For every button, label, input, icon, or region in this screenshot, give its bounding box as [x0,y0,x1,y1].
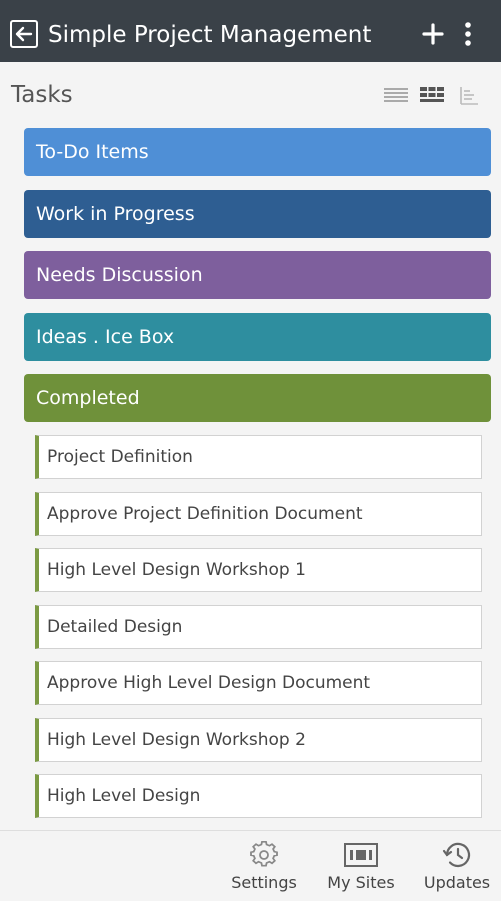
more-vertical-icon [465,22,471,46]
list-view-icon [384,88,408,102]
gear-icon [250,841,278,867]
lane-needs-discussion[interactable]: Needs Discussion [24,251,491,299]
tree-view-icon [460,87,478,105]
history-icon [442,842,471,868]
add-button[interactable] [420,20,446,48]
nav-updates[interactable]: Updates [420,831,494,901]
nav-settings-label: Settings [231,873,297,892]
lane-completed[interactable]: Completed [24,374,491,422]
lane-ideas-ice-box[interactable]: Ideas . Ice Box [24,312,491,361]
completed-task-list: Project Definition Approve Project Defin… [35,435,482,831]
app-bar: Simple Project Management [0,0,501,62]
lane-work-in-progress[interactable]: Work in Progress [24,189,491,238]
sites-icon [344,843,378,867]
lane-list: To-Do Items Work in Progress Needs Discu… [24,128,491,434]
task-card[interactable]: High Level Design Workshop 2 [35,717,482,762]
task-card[interactable]: High Level Design Workshop 1 [35,548,482,592]
back-button[interactable] [10,20,38,48]
board-view-icon [420,87,444,102]
board-view-button[interactable] [418,84,446,108]
nav-updates-label: Updates [423,873,491,892]
task-card[interactable]: Project Definition [35,435,482,479]
nav-my-sites-label: My Sites [327,873,395,892]
section-title: Tasks [11,82,73,108]
app-title: Simple Project Management [48,22,372,48]
list-view-button[interactable] [382,84,410,108]
task-card[interactable]: Approve Project Definition Document [35,491,482,536]
task-card[interactable]: Detailed Design [35,604,482,649]
plus-icon [422,23,444,45]
bottom-nav: Settings My Sites Updates [0,830,501,900]
task-card[interactable]: Approve High Level Design Document [35,661,482,705]
more-options-button[interactable] [458,20,478,48]
nav-my-sites[interactable]: My Sites [322,831,400,901]
lane-todo-items[interactable]: To-Do Items [24,128,491,176]
arrow-left-icon [15,26,33,42]
nav-settings[interactable]: Settings [228,831,300,901]
tree-view-button[interactable] [456,84,484,108]
task-card[interactable]: High Level Design [35,774,482,818]
